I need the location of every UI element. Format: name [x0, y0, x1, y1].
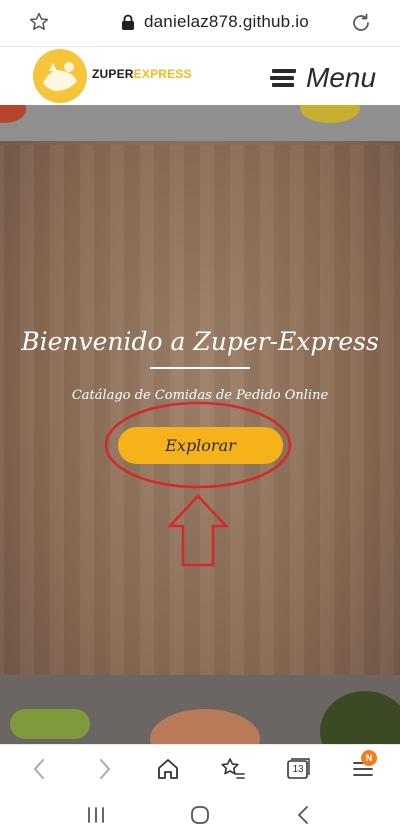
android-back-icon[interactable] [292, 804, 316, 826]
browser-address-bar: danielaz878.github.io [0, 0, 400, 47]
chevron-left-icon[interactable] [26, 755, 54, 783]
home-icon[interactable] [154, 755, 182, 783]
android-home-icon[interactable] [188, 804, 212, 826]
hamburger-icon [270, 69, 296, 87]
chevron-right-icon[interactable] [90, 755, 118, 783]
tabs-count: 13 [292, 763, 304, 775]
cucumber-image [10, 709, 90, 739]
logo-illustration [34, 50, 86, 102]
lock-icon [122, 14, 134, 30]
hero-subtitle: Catálago de Comidas de Pedido Online [71, 388, 329, 403]
star-list-icon[interactable] [219, 755, 247, 783]
logo-name-part1: ZUPER [92, 67, 134, 81]
hero-divider [150, 367, 250, 369]
site-header: ZUPEREXPRESS Menu [0, 47, 400, 105]
recents-icon[interactable] [84, 804, 108, 826]
hero-title: Bienvenido a Zuper-Express [21, 327, 379, 356]
notification-badge: N [361, 750, 377, 766]
logo-wordmark[interactable]: ZUPEREXPRESS [92, 67, 192, 81]
hero-background-board [0, 145, 400, 705]
logo-name-part2: EXPRESS [133, 67, 192, 81]
menu-label: Menu [306, 62, 377, 93]
android-nav-bar [0, 792, 400, 837]
reload-icon[interactable] [349, 11, 373, 35]
browser-toolbar: 13 [0, 744, 400, 793]
url-text[interactable]: danielaz878.github.io [144, 12, 309, 32]
explore-button[interactable]: Explorar [118, 427, 283, 464]
logo-emblem[interactable] [33, 49, 87, 103]
menu-button[interactable]: Menu [270, 61, 376, 95]
star-icon[interactable] [28, 11, 50, 33]
tabs-button[interactable]: 13 [284, 755, 312, 783]
hero-section: Bienvenido a Zuper-Express Catálago de C… [0, 105, 400, 744]
